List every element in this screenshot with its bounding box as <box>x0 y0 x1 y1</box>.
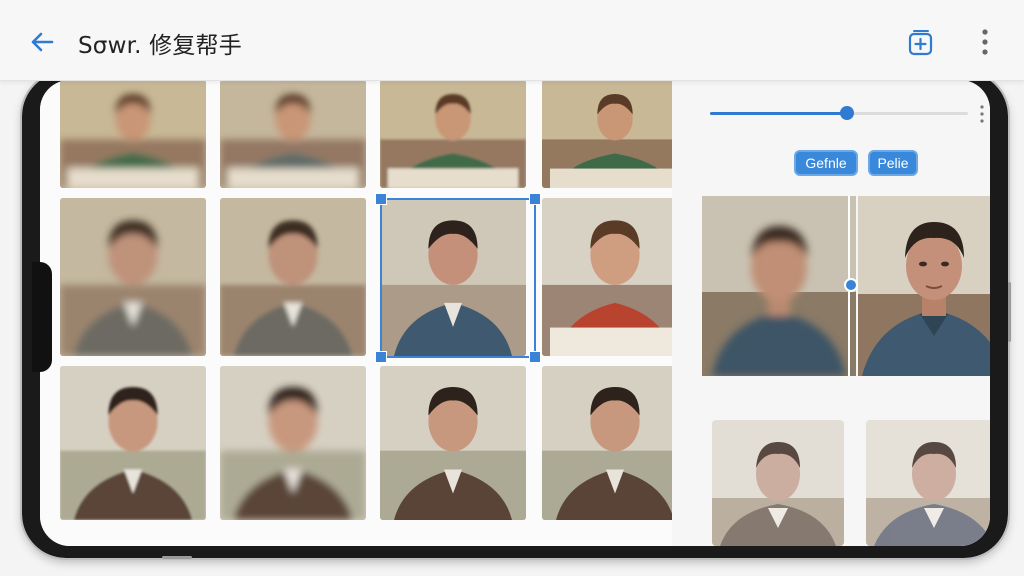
compare-after <box>858 196 990 376</box>
photo-tile[interactable] <box>60 80 206 188</box>
portrait-before-image <box>702 196 856 376</box>
restore-panel: Gefnle Pelie <box>672 80 990 546</box>
compare-handle[interactable] <box>844 278 858 292</box>
result-thumbnail-1[interactable] <box>712 420 844 546</box>
portrait-photo-image <box>380 80 526 188</box>
photo-tile[interactable] <box>542 80 688 188</box>
photo-tile[interactable] <box>380 366 526 520</box>
portrait-photo-image <box>220 198 366 356</box>
chip-filter-2[interactable]: Pelie <box>868 150 918 176</box>
portrait-photo-image <box>220 366 366 520</box>
portrait-photo-image <box>60 198 206 356</box>
add-frame-icon[interactable] <box>906 28 936 58</box>
portrait-after-image <box>858 196 990 376</box>
photo-tile-selected[interactable] <box>380 198 526 356</box>
compare-before <box>702 196 856 376</box>
portrait-photo-image <box>542 366 688 520</box>
portrait-photo-image <box>60 80 206 188</box>
slider-thumb[interactable] <box>839 106 854 120</box>
photo-tile[interactable] <box>220 198 366 356</box>
portrait-photo-image <box>60 366 206 520</box>
photo-tile[interactable] <box>220 80 366 188</box>
slider-fill <box>710 112 847 115</box>
more-vertical-icon[interactable] <box>978 104 986 124</box>
portrait-thumbnail-image <box>866 420 990 546</box>
page-title: Sσwr. 修复帮手 <box>78 33 242 59</box>
chip-filter-1[interactable]: Gefnle <box>794 150 858 176</box>
more-vertical-icon[interactable] <box>972 26 998 58</box>
portrait-thumbnail-image <box>712 420 844 546</box>
bottom-button <box>162 556 192 559</box>
portrait-photo-image <box>380 366 526 520</box>
arrow-left-icon[interactable] <box>28 28 56 56</box>
portrait-photo-image <box>542 80 688 188</box>
strength-slider[interactable] <box>710 106 968 120</box>
photo-tile[interactable] <box>220 366 366 520</box>
camera-notch <box>32 262 52 372</box>
photo-grid <box>40 80 688 546</box>
photo-tile[interactable] <box>542 198 688 356</box>
photo-tile[interactable] <box>380 80 526 188</box>
portrait-photo-image <box>542 198 688 356</box>
result-thumbnail-2[interactable] <box>866 420 990 546</box>
portrait-photo-image <box>380 198 526 356</box>
portrait-photo-image <box>220 80 366 188</box>
photo-tile[interactable] <box>542 366 688 520</box>
photo-tile[interactable] <box>60 366 206 520</box>
app-bar: Sσwr. 修复帮手 <box>0 0 1024 81</box>
side-button <box>1008 282 1011 342</box>
phone-frame: Gefnle Pelie <box>20 70 1011 560</box>
phone-screen: Gefnle Pelie <box>40 80 990 546</box>
photo-tile[interactable] <box>60 198 206 356</box>
